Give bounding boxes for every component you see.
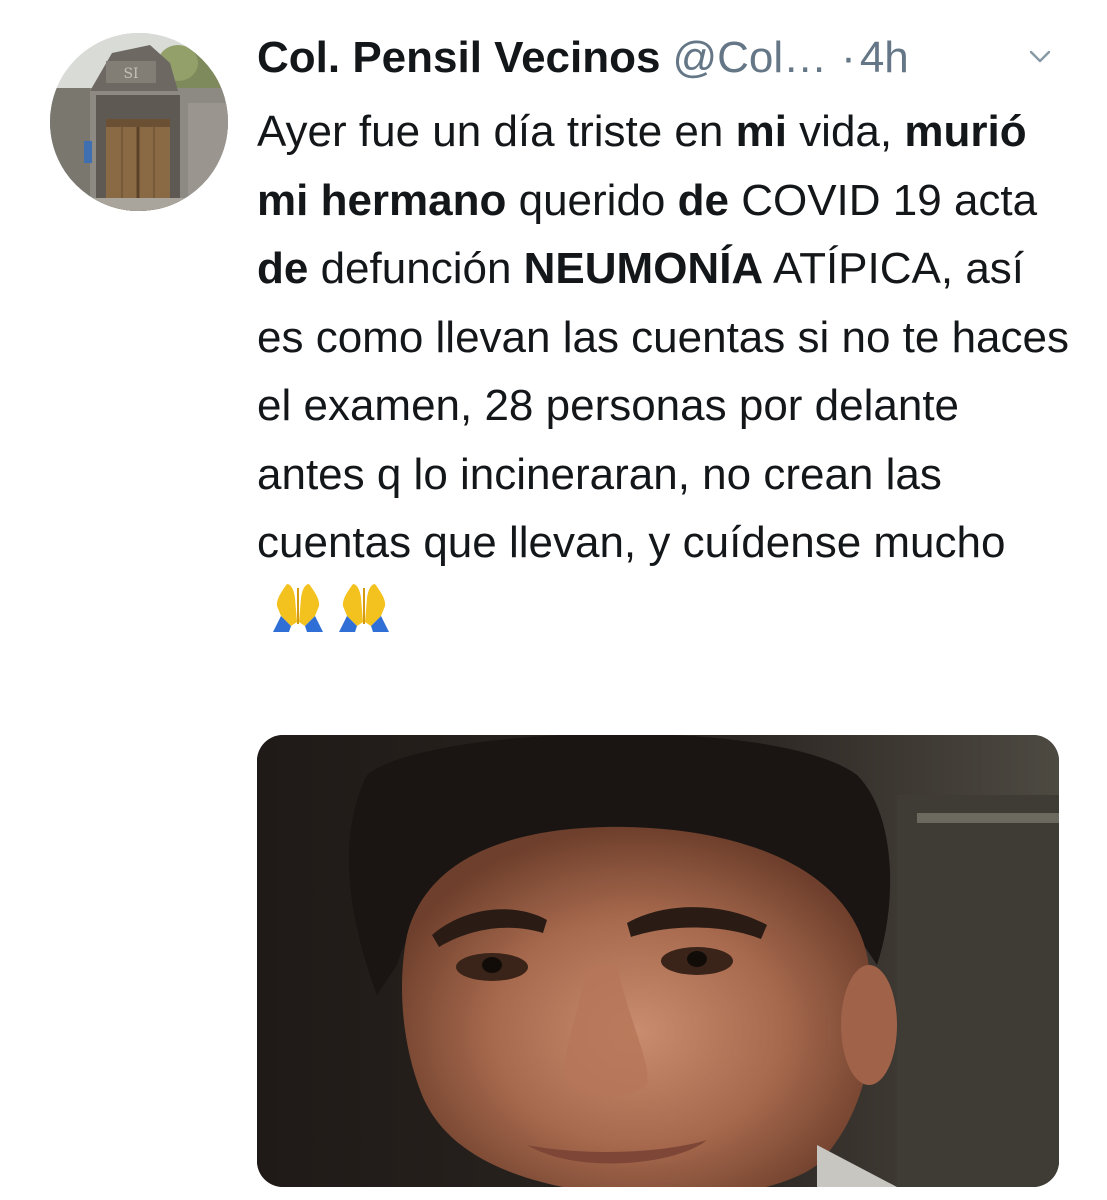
tweet-text-bold: NEUMONÍA: [523, 244, 764, 293]
tweet-text-segment: defunción: [308, 244, 524, 293]
avatar[interactable]: SI: [50, 33, 228, 211]
tweet-text-bold: de: [257, 244, 309, 293]
tweet-text-segment: Ayer fue un día triste en: [257, 107, 736, 156]
tweet-header: Col. Pensil Vecinos @Col… ·4h: [257, 30, 1077, 86]
display-name[interactable]: Col. Pensil Vecinos: [257, 33, 660, 82]
tweet-text-bold: mi: [735, 107, 787, 156]
tweet-text-segment: querido: [506, 175, 678, 225]
building-gate-photo: SI: [50, 33, 228, 211]
portrait-photo: [257, 735, 1059, 1187]
tweet-text-segment: COVID 19 acta: [728, 175, 1038, 225]
svg-text:SI: SI: [123, 66, 138, 82]
timestamp[interactable]: 4h: [860, 33, 909, 82]
tweet-media-photo[interactable]: [257, 735, 1059, 1187]
chevron-down-icon[interactable]: [1027, 44, 1053, 70]
tweet-text: Ayer fue un día triste en mi vida, murió…: [257, 98, 1077, 646]
user-handle[interactable]: @Col…: [672, 33, 827, 82]
folded-hands-icon: [333, 582, 395, 632]
separator-dot: ·: [841, 33, 856, 82]
tweet-text-segment: vida,: [786, 107, 905, 156]
tweet-text-bold: de: [677, 175, 729, 225]
folded-hands-icon: [267, 582, 329, 632]
